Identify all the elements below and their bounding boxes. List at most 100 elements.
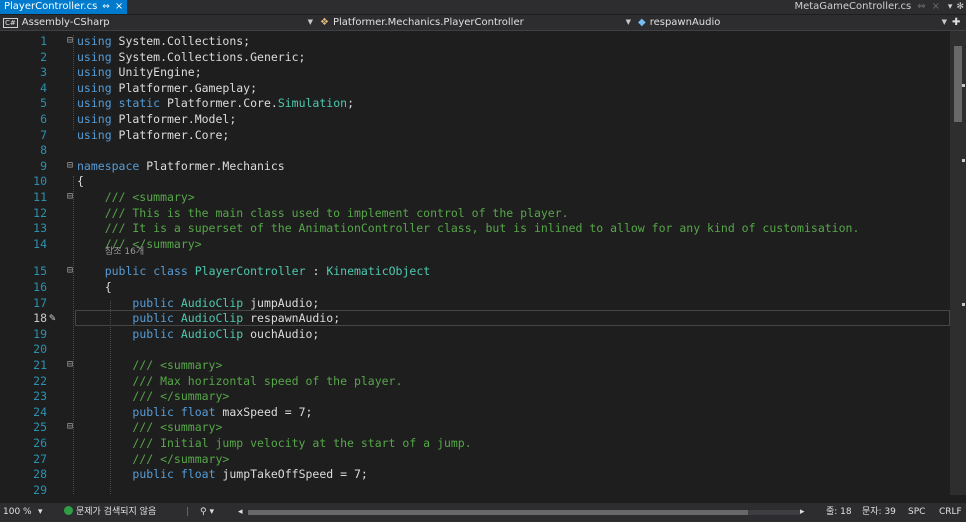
scroll-thumb[interactable] <box>248 510 748 515</box>
code-text[interactable]: /// It is a superset of the AnimationCon… <box>77 220 860 236</box>
code-line[interactable]: 16 { <box>0 279 950 295</box>
code-line[interactable]: 18 ✎ public AudioClip respawnAudio; <box>0 310 950 327</box>
scroll-left-icon[interactable]: ◂ <box>238 503 243 522</box>
code-text[interactable]: using Platformer.Model; <box>77 111 236 127</box>
code-text[interactable]: /// </summary> <box>77 388 229 404</box>
close-icon[interactable]: × <box>932 0 940 14</box>
code-line[interactable]: 2 using System.Collections.Generic; <box>0 49 950 65</box>
code-line[interactable]: 19 public AudioClip ouchAudio; <box>0 326 950 342</box>
references-codelens[interactable]: 참조 16개 <box>105 244 144 257</box>
collapse-icon[interactable]: ⊟ <box>67 419 73 435</box>
code-text[interactable]: /// <summary> <box>77 419 222 435</box>
code-line[interactable]: 22 /// Max horizontal speed of the playe… <box>0 373 950 389</box>
line-indicator[interactable]: 줄: 18 <box>826 503 852 522</box>
code-line[interactable]: 11 ⊟ /// <summary> <box>0 189 950 205</box>
code-token: public <box>132 326 174 341</box>
code-text[interactable]: public AudioClip ouchAudio; <box>77 326 319 342</box>
code-text[interactable]: public AudioClip jumpAudio; <box>77 295 319 311</box>
code-line[interactable]: 10 { <box>0 173 950 189</box>
pin-icon[interactable]: ⇔ <box>102 0 110 14</box>
code-line[interactable]: 26 /// Initial jump velocity at the star… <box>0 435 950 451</box>
collapse-icon[interactable]: ⊟ <box>67 158 73 174</box>
gear-icon[interactable]: ✻ <box>956 0 964 14</box>
code-line[interactable]: 1 ⊟ using System.Collections; <box>0 33 950 49</box>
code-text[interactable]: namespace Platformer.Mechanics <box>77 158 285 174</box>
type-dropdown[interactable]: ❖ Platformer.Mechanics.PlayerController … <box>318 15 634 30</box>
code-text[interactable]: /// This is the main class used to imple… <box>77 205 569 221</box>
code-token: AudioClip <box>180 326 244 341</box>
code-text[interactable]: using Platformer.Core; <box>77 127 229 143</box>
code-token: Platformer.Mechanics <box>139 158 285 173</box>
code-line[interactable]: 9 ⊟ namespace Platformer.Mechanics <box>0 158 950 174</box>
chevron-down-icon: ▼ <box>307 18 313 26</box>
collapse-icon[interactable]: ⊟ <box>67 33 73 49</box>
code-token: Platformer.Core. <box>160 96 278 111</box>
code-line[interactable]: 6 using Platformer.Model; <box>0 111 950 127</box>
code-text[interactable]: /// Initial jump velocity at the start o… <box>77 435 471 451</box>
horizontal-scrollbar[interactable] <box>248 510 800 515</box>
pin-icon[interactable]: ⇔ <box>917 0 925 14</box>
tab-meta-game-controller[interactable]: MetaGameController.cs ⇔ × <box>794 0 940 14</box>
code-text[interactable]: public AudioClip respawnAudio; <box>77 310 340 326</box>
code-text[interactable]: /// <summary> <box>77 357 222 373</box>
code-text[interactable]: public float maxSpeed = 7; <box>77 404 312 420</box>
code-line[interactable]: 20 <box>0 341 950 357</box>
whitespace-indicator[interactable]: SPC <box>908 503 925 522</box>
issues-indicator[interactable]: 문제가 검색되지 않음 <box>64 503 156 522</box>
code-text[interactable]: public class PlayerController : Kinemati… <box>77 263 430 279</box>
code-line[interactable]: 29 <box>0 482 950 495</box>
code-text[interactable]: using System.Collections; <box>77 33 250 49</box>
code-line[interactable]: 7 using Platformer.Core; <box>0 127 950 143</box>
code-line[interactable]: 17 public AudioClip jumpAudio; <box>0 295 950 311</box>
scroll-thumb[interactable] <box>954 46 962 122</box>
code-line[interactable]: 27 /// </summary> <box>0 451 950 467</box>
project-dropdown[interactable]: C# Assembly-CSharp ▼ <box>0 15 316 30</box>
line-number: 14 <box>33 236 47 251</box>
code-text[interactable]: using Platformer.Gameplay; <box>77 80 257 96</box>
code-line[interactable]: 5 using static Platformer.Core.Simulation… <box>0 95 950 111</box>
collapse-icon[interactable]: ⊟ <box>67 189 73 205</box>
code-text[interactable]: using UnityEngine; <box>77 64 202 80</box>
code-line[interactable]: 12 /// This is the main class used to im… <box>0 205 950 221</box>
code-editor[interactable]: 1 ⊟ using System.Collections; 2 using System… <box>0 31 950 495</box>
column-indicator[interactable]: 문자: 39 <box>862 503 896 522</box>
dropdown-icon[interactable]: ▾ <box>948 0 953 14</box>
code-line[interactable]: 13 /// It is a superset of the Animation… <box>0 220 950 236</box>
code-text[interactable]: public float jumpTakeOffSpeed = 7; <box>77 466 367 482</box>
chevron-down-icon[interactable]: ▾ <box>38 503 43 522</box>
collapse-icon[interactable]: ⊟ <box>67 357 73 373</box>
code-line[interactable]: 3 using UnityEngine; <box>0 64 950 80</box>
line-ending-indicator[interactable]: CRLF <box>939 503 962 522</box>
code-line[interactable]: 28 public float jumpTakeOffSpeed = 7; <box>0 466 950 482</box>
tab-player-controller[interactable]: PlayerController.cs ⇔ × <box>0 0 128 14</box>
code-line[interactable]: 21 ⊟ /// <summary> <box>0 357 950 373</box>
code-line[interactable]: 25 ⊟ /// <summary> <box>0 419 950 435</box>
collapse-icon[interactable]: ⊟ <box>67 263 73 279</box>
zoom-level[interactable]: 100 % <box>3 503 32 522</box>
code-text[interactable]: { <box>77 173 84 189</box>
line-number: 23 <box>33 389 47 404</box>
code-text[interactable]: using static Platformer.Core.Simulation; <box>77 95 354 111</box>
code-line[interactable]: 23 /// </summary> <box>0 388 950 404</box>
code-line[interactable]: 4 using Platformer.Gameplay; <box>0 80 950 96</box>
split-window-icon[interactable]: ✚ <box>952 15 966 30</box>
code-line[interactable]: 8 <box>0 142 950 158</box>
brush-icon[interactable]: ⚲ ▾ <box>200 503 214 522</box>
member-dropdown[interactable]: ◆ respawnAudio ▼ <box>636 15 950 30</box>
code-text[interactable]: /// <summary> <box>77 189 195 205</box>
code-line[interactable]: 24 public float maxSpeed = 7; <box>0 404 950 420</box>
vertical-scrollbar[interactable] <box>950 31 966 495</box>
scroll-right-icon[interactable]: ▸ <box>800 503 805 522</box>
line-number: 13 <box>33 221 47 236</box>
code-text[interactable]: /// Max horizontal speed of the player. <box>77 373 402 389</box>
code-token: using <box>77 34 112 48</box>
code-text[interactable]: /// </summary> <box>77 451 229 467</box>
code-line[interactable]: 15 ⊟ public class PlayerController : Kine… <box>0 263 950 279</box>
code-text[interactable]: { <box>77 279 112 295</box>
close-icon[interactable]: × <box>115 0 123 14</box>
code-token: KinematicObject <box>326 264 431 279</box>
code-text[interactable]: using System.Collections.Generic; <box>77 49 306 65</box>
